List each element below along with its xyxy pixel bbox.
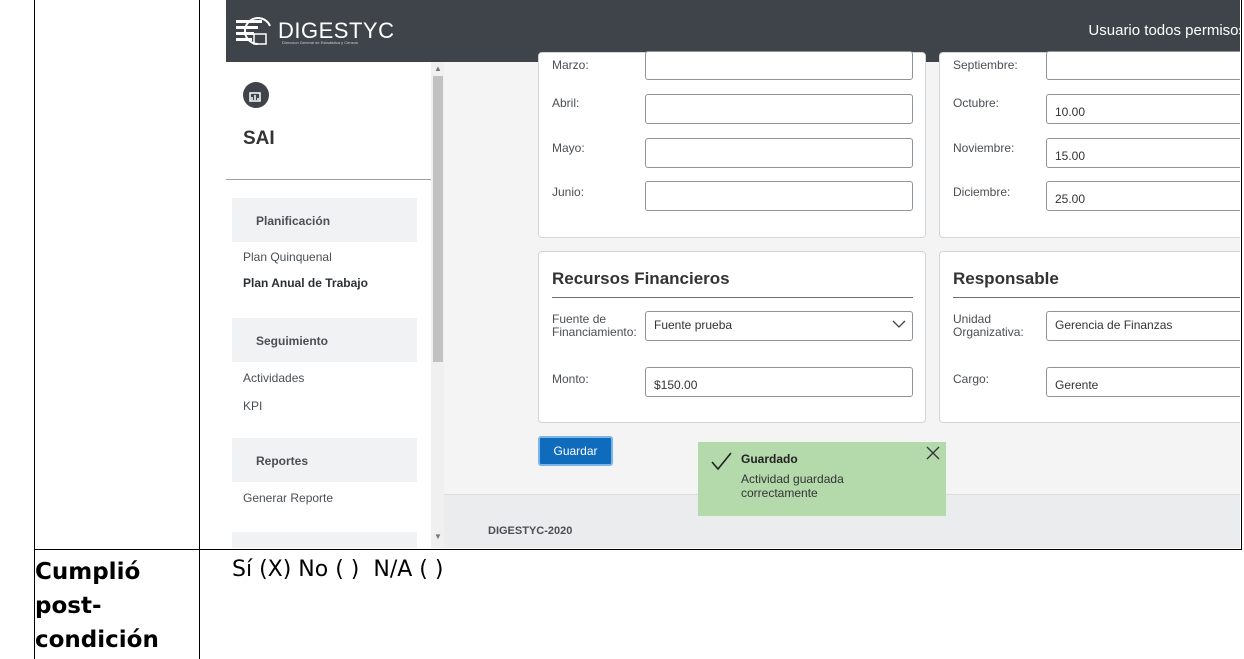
sidebar-section-reportes: Reportes [232, 438, 417, 482]
toast-title: Guardado [741, 452, 798, 466]
cargo-label: Cargo: [953, 372, 990, 386]
unidad-select[interactable]: Gerencia de Finanzas [1046, 311, 1240, 341]
sidebar-section-seguimiento: Seguimiento [232, 318, 417, 362]
fuente-select[interactable]: Fuente prueba [645, 311, 913, 341]
sidebar-scrollbar[interactable]: ▲ ▼ [431, 62, 445, 548]
month-label: Septiembre: [953, 58, 1018, 72]
cargo-input[interactable]: Gerente [1046, 367, 1240, 397]
month-input-marzo[interactable] [645, 51, 913, 80]
app-screenshot: DIGESTYC Direccion General de Estadistic… [226, 0, 1240, 548]
postcondition-label: Cumplió post-condición [35, 559, 159, 653]
toast-message: Actividad guardada correctamente [741, 472, 844, 500]
months-card-right: Septiembre: Octubre: 10.00 Noviembre: 15… [939, 51, 1240, 238]
recursos-title: Recursos Financieros [552, 269, 730, 288]
month-label: Noviembre: [953, 141, 1015, 155]
table-border-middle [199, 0, 200, 659]
month-input-noviembre[interactable]: 15.00 [1046, 138, 1240, 168]
section-heading: Reportes [256, 454, 309, 468]
sidebar-divider [226, 179, 431, 180]
sidebar-title: SAI [243, 128, 275, 149]
recursos-financieros-card: Recursos Financieros Fuente de Financiam… [538, 251, 926, 423]
month-label: Mayo: [552, 141, 585, 155]
success-toast: Guardado Actividad guardada correctament… [698, 442, 946, 516]
document-table: DIGESTYC Direccion General de Estadistic… [0, 0, 1244, 659]
user-menu[interactable]: Usuario todos permisos [1088, 22, 1240, 39]
responsable-title: Responsable [953, 269, 1059, 288]
footer-text: DIGESTYC-2020 [488, 525, 573, 537]
month-input-mayo[interactable] [645, 138, 913, 168]
main-content: Marzo: Abril: Mayo: Junio: Septiembre: O… [444, 51, 1240, 548]
close-icon[interactable] [926, 446, 940, 460]
sidebar-item-plan-anual[interactable]: Plan Anual de Trabajo [243, 276, 368, 290]
table-border-right [1241, 0, 1242, 549]
sidebar-section-next [232, 532, 417, 548]
month-label: Marzo: [552, 58, 589, 72]
brand-logo[interactable]: DIGESTYC Direccion General de Estadistic… [236, 16, 394, 46]
sidebar-item-generar-reporte[interactable]: Generar Reporte [243, 491, 333, 505]
fuente-select-value: Fuente prueba [654, 318, 733, 332]
months-card-left: Marzo: Abril: Mayo: Junio: [538, 51, 926, 238]
month-label: Octubre: [953, 96, 1000, 110]
brand-subtitle: Direccion General de Estadistica y Censo… [282, 40, 358, 45]
scroll-down-icon[interactable]: ▼ [434, 532, 442, 541]
monto-label: Monto: [552, 372, 589, 386]
month-input-junio[interactable] [645, 181, 913, 211]
month-input-diciembre[interactable]: 25.00 [1046, 181, 1240, 211]
unidad-label: Unidad Organizativa: [953, 312, 1024, 339]
sidebar: SAI Planificación Plan Quinquenal Plan A… [226, 62, 445, 548]
section-heading: Seguimiento [256, 334, 329, 348]
digestyc-logo-icon [236, 17, 271, 45]
month-label: Abril: [552, 96, 580, 110]
month-input-octubre[interactable]: 10.00 [1046, 94, 1240, 124]
card-title-rule [552, 297, 913, 298]
sai-logo-icon [243, 82, 269, 108]
fuente-label: Fuente de Financiamiento: [552, 312, 637, 339]
postcondition-value: Sí (X) No ( ) N/A ( ) [232, 557, 444, 582]
month-label: Diciembre: [953, 185, 1011, 199]
month-input-abril[interactable] [645, 94, 913, 124]
chevron-down-icon [892, 320, 906, 328]
table-row-divider [34, 549, 1242, 550]
sidebar-item-actividades[interactable]: Actividades [243, 371, 304, 385]
monto-input[interactable]: $150.00 [645, 367, 913, 397]
sidebar-section-planificacion: Planificación [232, 198, 417, 242]
sidebar-item-kpi[interactable]: KPI [243, 399, 262, 413]
month-label: Junio: [552, 185, 585, 199]
responsable-card: Responsable Unidad Organizativa: Gerenci… [939, 251, 1240, 423]
scrollbar-thumb[interactable] [433, 76, 443, 362]
checkmark-icon [711, 452, 732, 471]
sidebar-item-plan-quinquenal[interactable]: Plan Quinquenal [243, 250, 332, 264]
scroll-up-icon[interactable]: ▲ [434, 64, 442, 73]
section-heading: Planificación [256, 214, 331, 228]
card-title-rule [953, 297, 1240, 298]
save-button[interactable]: Guardar [538, 436, 613, 466]
month-input-septiembre[interactable] [1046, 51, 1240, 80]
